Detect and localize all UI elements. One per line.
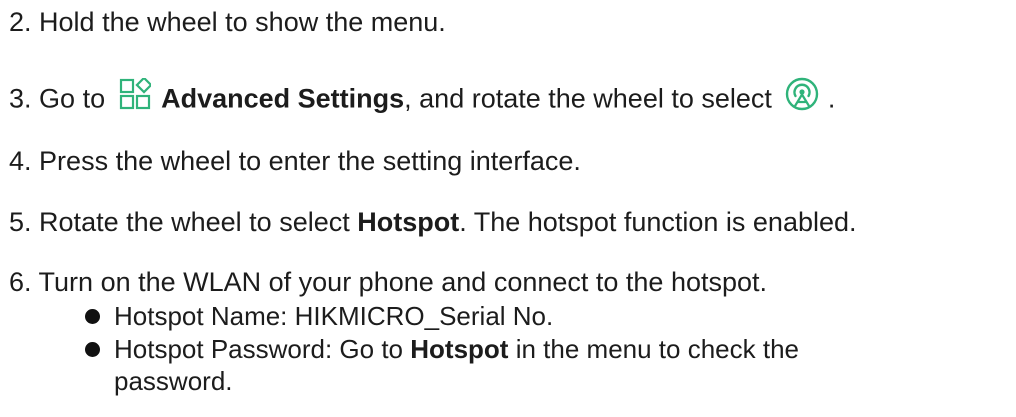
step-number: 3. (9, 83, 32, 114)
list-item-text: Hotspot Name: HIKMICRO_Serial No. (114, 301, 554, 331)
list-item-text-continuation: password. (114, 366, 233, 396)
list-item-text-post: in the menu to check the (515, 334, 799, 364)
hotspot-label: Hotspot (357, 207, 460, 237)
step-text: Turn on the WLAN of your phone and conne… (38, 267, 768, 297)
step-number: 6. (9, 267, 32, 297)
step-6: 6. Turn on the WLAN of your phone and co… (9, 266, 767, 298)
step-number: 5. (9, 207, 32, 237)
step-5: 5. Rotate the wheel to select Hotspot. T… (9, 206, 857, 238)
step-4: 4. Press the wheel to enter the setting … (9, 145, 581, 177)
list-item-text-pre: Hotspot Password: Go to (114, 334, 404, 364)
list-item-continuation: password. (82, 365, 799, 397)
step-2: 2. Hold the wheel to show the menu. (9, 6, 446, 38)
step-3: 3. Go to Advanced Settings, and rotate t… (9, 76, 836, 122)
advanced-settings-icon (119, 76, 153, 117)
step-number: 4. (9, 146, 32, 176)
advanced-settings-label: Advanced Settings (161, 83, 405, 114)
step-number: 2. (9, 7, 32, 37)
step-text: Hold the wheel to show the menu. (39, 7, 446, 37)
hotspot-info-list: Hotspot Name: HIKMICRO_Serial No. Hotspo… (82, 300, 799, 397)
step-text-post: . (827, 83, 836, 114)
hotspot-icon (784, 76, 820, 119)
step-text-post: . The hotspot function is enabled. (459, 207, 857, 237)
bullet-dot-icon (85, 342, 100, 357)
step-text: Press the wheel to enter the setting int… (39, 146, 581, 176)
step-text-mid: , and rotate the wheel to select (404, 83, 772, 114)
manual-page: 2. Hold the wheel to show the menu. 3. G… (0, 0, 1016, 417)
list-item-hotspot-password: Hotspot Password: Go to Hotspot in the m… (82, 333, 799, 365)
bullet-dot-icon (85, 309, 100, 324)
step-text-pre: Go to (39, 83, 106, 114)
list-item-hotspot-name: Hotspot Name: HIKMICRO_Serial No. (82, 300, 799, 333)
step-text-pre: Rotate the wheel to select (39, 207, 350, 237)
hotspot-label: Hotspot (410, 334, 509, 364)
